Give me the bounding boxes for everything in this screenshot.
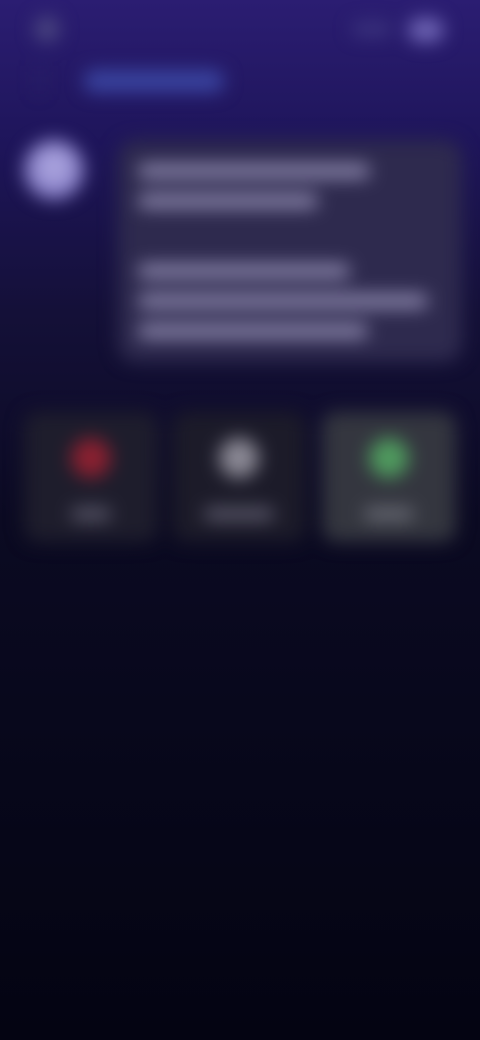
circle-icon	[219, 438, 259, 478]
header-title	[72, 18, 134, 38]
message-line	[138, 194, 318, 208]
blurred-overlay	[0, 0, 480, 1040]
action-tile-red[interactable]	[24, 412, 158, 542]
message-line	[138, 264, 350, 278]
action-tile-green[interactable]	[322, 412, 456, 542]
subtitle-link[interactable]	[84, 70, 224, 92]
menu-icon[interactable]	[408, 18, 444, 42]
app-logo-icon[interactable]	[34, 16, 60, 42]
message-bubble	[118, 140, 462, 362]
action-label	[204, 508, 274, 520]
status-pill[interactable]	[352, 22, 392, 36]
message-line	[138, 324, 368, 338]
action-label	[71, 508, 111, 520]
record-icon	[71, 438, 111, 478]
assistant-avatar[interactable]	[24, 140, 84, 200]
divider	[38, 66, 40, 94]
top-bar	[0, 0, 480, 60]
message-line	[138, 294, 428, 308]
message-line	[138, 164, 370, 178]
action-tile-neutral[interactable]	[172, 412, 306, 542]
check-icon	[369, 438, 409, 478]
action-label	[364, 508, 414, 520]
app-screen	[0, 0, 480, 1040]
